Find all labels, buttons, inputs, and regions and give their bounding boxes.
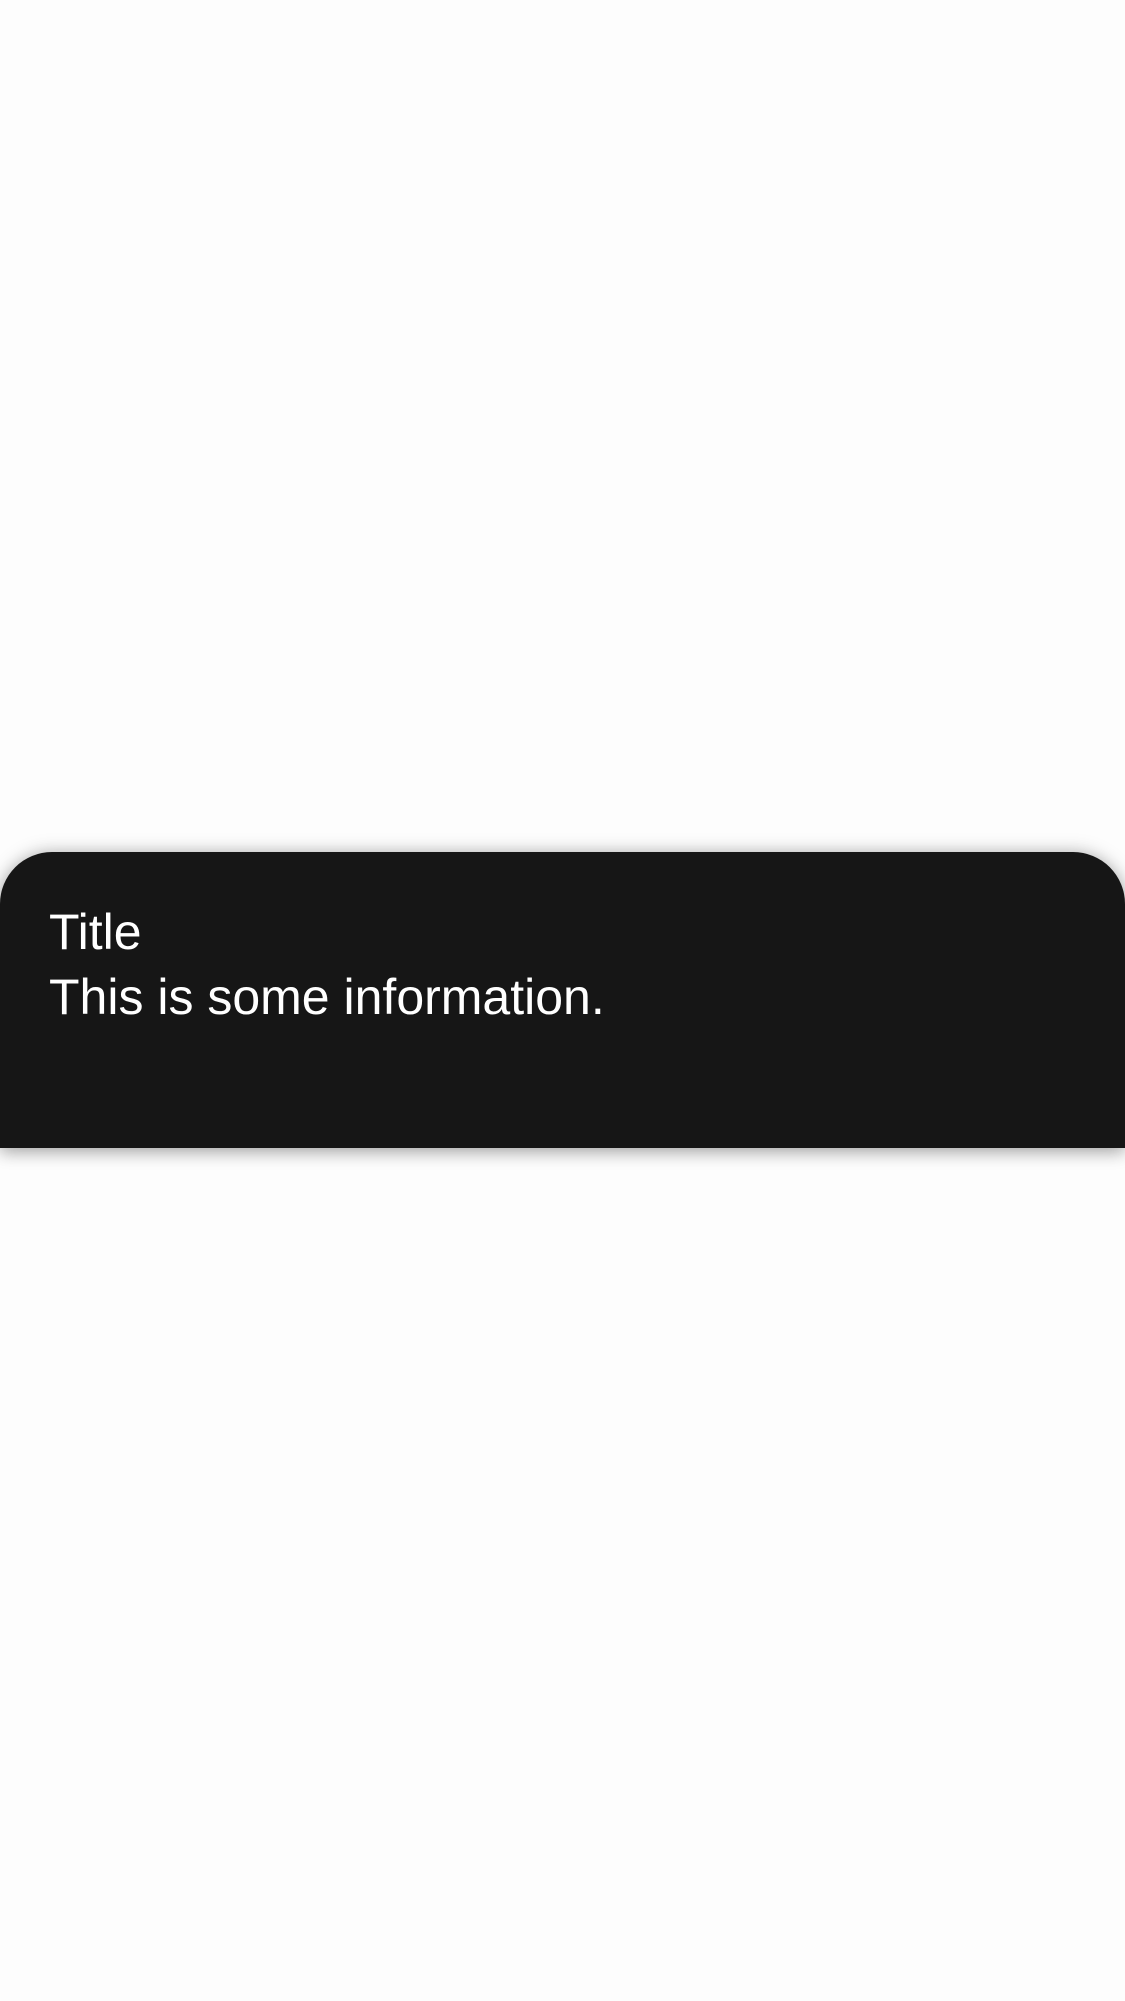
card-title: Title xyxy=(49,904,142,960)
screen: Title This is some information. xyxy=(0,0,1125,2001)
card-message: This is some information. xyxy=(49,969,605,1025)
info-card[interactable]: Title This is some information. xyxy=(0,852,1125,1148)
